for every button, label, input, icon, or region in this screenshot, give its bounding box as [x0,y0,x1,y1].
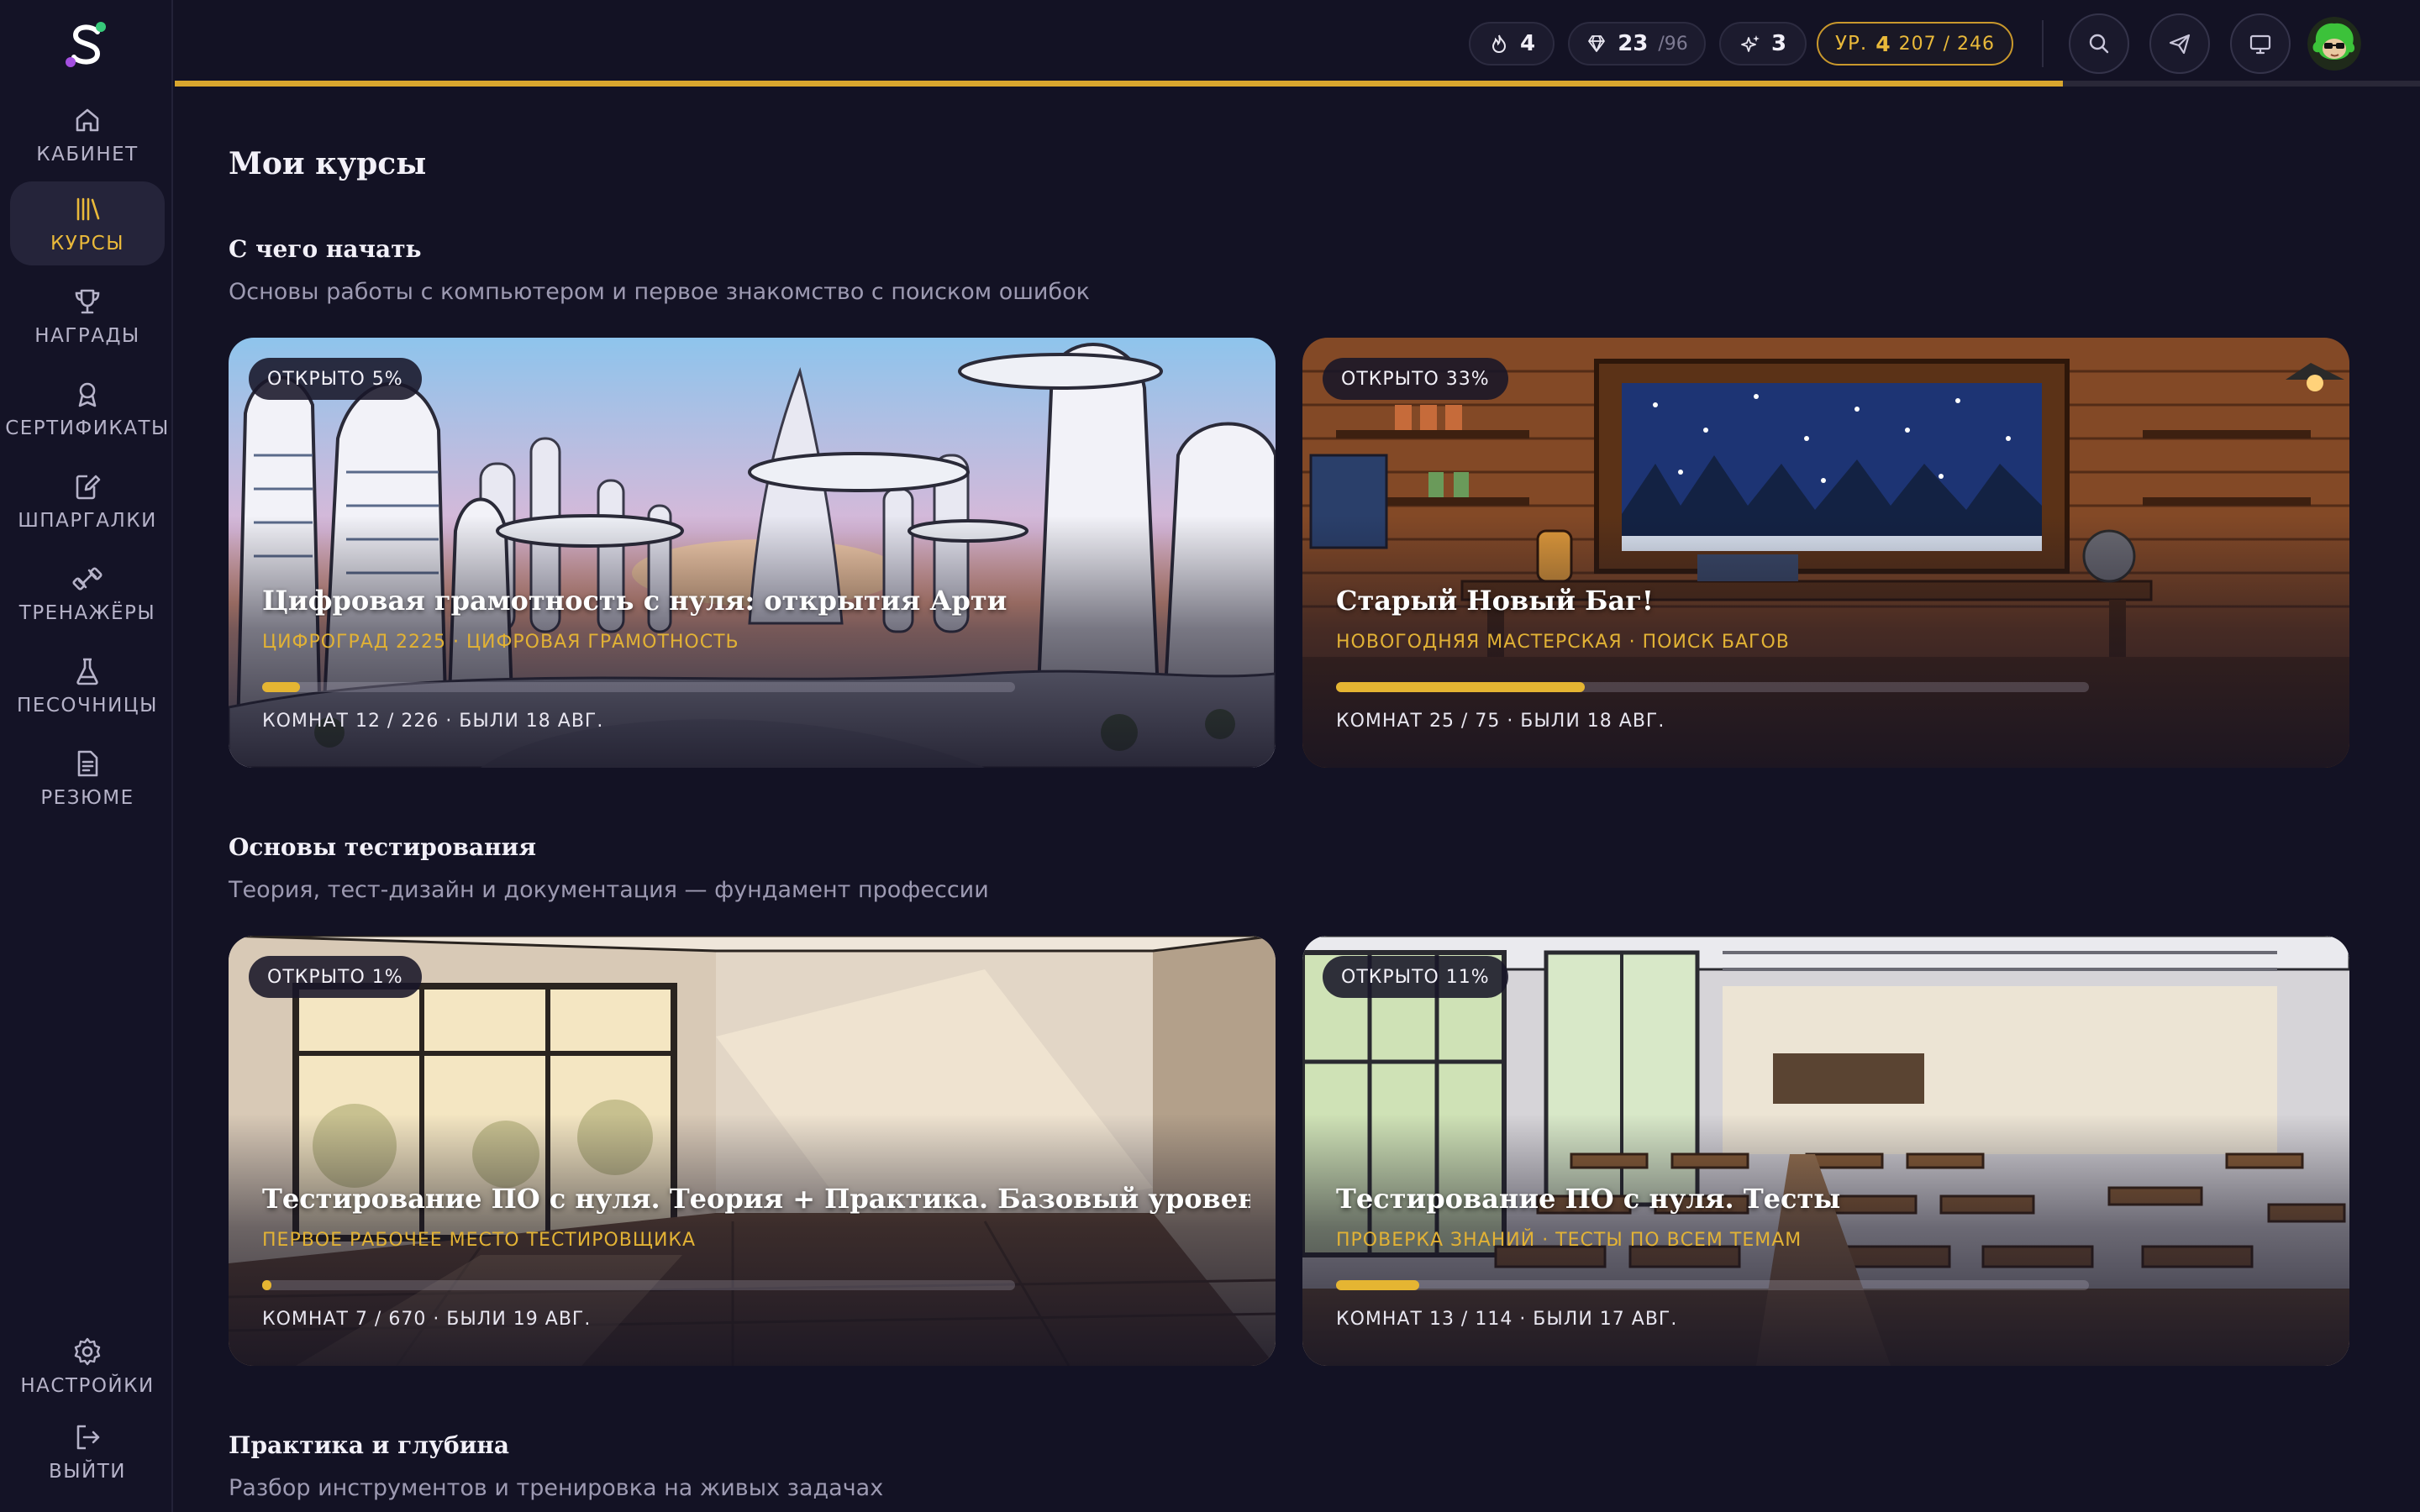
section-title: Основы тестирования [229,833,537,861]
certificate-icon [78,382,97,407]
topbar-divider [2042,20,2044,67]
course-progress-track [1336,1280,2089,1290]
app-logo[interactable] [59,18,114,71]
progress-badge: ОТКРЫТО 1% [249,956,422,998]
monitor-icon [2249,34,2271,55]
sidebar-item-label: КАБИНЕТ [36,144,139,165]
sidebar-item-resume[interactable]: РЕЗЮМЕ [10,736,165,820]
sidebar-item-label: КУРСЫ [50,233,125,255]
level-progress-fill [175,81,2064,87]
sidebar-item-label: ПЕСОЧНИЦЫ [17,695,158,717]
section-title: Практика и глубина [229,1431,510,1459]
notes-icon [76,475,101,500]
course-card[interactable]: ОТКРЫТО 5% Цифровая грамотность с нуля: … [229,338,1276,768]
streak-count: 4 [1519,31,1536,56]
course-progress-track [262,1280,1015,1290]
sidebar-item-certificates[interactable]: СЕРТИФИКАТЫ [5,366,168,450]
trophy-icon [75,289,100,314]
search-button[interactable] [2069,13,2129,74]
page-title: Мои курсы [229,146,427,181]
send-icon [2169,34,2191,55]
course-progress-fill [262,1280,271,1290]
course-progress-fill [1336,682,1585,692]
course-progress-fill [262,682,300,692]
course-progress-fill [1336,1280,1419,1290]
dumbbell-icon [72,567,103,591]
sidebar-item-label: ТРЕНАЖЁРЫ [18,602,156,624]
sparkle-icon [1741,35,1760,52]
boosts-counter[interactable]: 3 [1719,22,1807,66]
sidebar-item-awards[interactable]: НАГРАДЫ [10,274,165,358]
flask-icon [76,658,98,685]
progress-badge: ОТКРЫТО 11% [1323,956,1508,998]
section-title: С чего начать [229,235,422,263]
books-icon [76,197,100,221]
boosts-count: 3 [1770,31,1787,56]
sidebar-item-label: ШПАРГАЛКИ [18,510,157,532]
section-subtitle: Теория, тест-дизайн и документация — фун… [229,877,989,903]
level-prefix: УР. [1835,33,1868,55]
sidebar-item-settings[interactable]: НАСТРОЙКИ [10,1324,165,1408]
diamond-icon [1588,35,1606,52]
course-subtitle: ПЕРВОЕ РАБОЧЕЕ МЕСТО ТЕСТИРОВЩИКА [262,1230,697,1251]
search-icon [2089,34,2109,54]
level-badge[interactable]: УР. 4 207 / 246 [1817,22,2013,66]
progress-badge: ОТКРЫТО 33% [1323,358,1508,400]
logout-icon [76,1425,100,1450]
gems-counter[interactable]: 23 /96 [1568,22,1706,66]
sidebar-item-label: ВЫЙТИ [48,1461,127,1483]
gems-count: 23 [1618,31,1649,56]
avatar[interactable] [2307,17,2361,71]
logo-icon [66,22,106,67]
app-root: КАБИНЕТ КУРСЫ НАГРАДЫ СЕРТИФИКАТЫ ШПАРГА… [0,0,2420,1512]
flame-icon [1491,34,1506,54]
section-subtitle: Разбор инструментов и тренировка на живы… [229,1475,884,1501]
course-progress-track [262,682,1015,692]
course-title: Цифровая грамотность с нуля: открытия Ар… [262,585,1007,617]
level-progress-track [175,81,2420,87]
sidebar-item-label: РЕЗЮМЕ [40,787,134,809]
sidebar-item-trainers[interactable]: ТРЕНАЖЁРЫ [10,551,165,635]
sidebar-item-logout[interactable]: ВЫЙТИ [10,1410,165,1494]
course-meta: КОМНАТ 13 / 114 · БЫЛИ 17 АВГ. [1336,1309,1678,1330]
sidebar-item-label: СЕРТИФИКАТЫ [5,417,170,439]
sidebar-item-label: НАГРАДЫ [34,325,140,347]
sidebar-item-cabinet[interactable]: КАБИНЕТ [10,92,165,176]
telegram-button[interactable] [2149,13,2210,74]
gems-total: /96 [1658,33,1688,55]
course-subtitle: ПРОВЕРКА ЗНАНИЙ · ТЕСТЫ ПО ВСЕМ ТЕМАМ [1336,1230,1802,1251]
level-xp: 207 / 246 [1898,33,1995,55]
streak-counter[interactable]: 4 [1469,22,1555,66]
section-subtitle: Основы работы с компьютером и первое зна… [229,279,1090,305]
sidebar-item-label: НАСТРОЙКИ [20,1375,155,1397]
home-icon [76,108,99,132]
level-number: 4 [1876,31,1891,56]
course-subtitle: ЦИФРОГРАД 2225 · ЦИФРОВАЯ ГРАМОТНОСТЬ [262,632,739,653]
course-card[interactable]: ОТКРЫТО 11% Тестирование ПО с нуля. Тест… [1302,936,2349,1366]
display-button[interactable] [2230,13,2291,74]
sidebar-item-cheatsheets[interactable]: ШПАРГАЛКИ [10,459,165,543]
document-icon [77,750,98,777]
course-subtitle: НОВОГОДНЯЯ МАСТЕРСКАЯ · ПОИСК БАГОВ [1336,632,1790,653]
course-card[interactable]: ОТКРЫТО 33% Старый Новый Баг! НОВОГОДНЯЯ… [1302,338,2349,768]
course-title: Тестирование ПО с нуля. Теория + Практик… [262,1183,1250,1215]
sidebar: КАБИНЕТ КУРСЫ НАГРАДЫ СЕРТИФИКАТЫ ШПАРГА… [0,0,173,1512]
sidebar-item-courses[interactable]: КУРСЫ [10,181,165,265]
course-progress-track [1336,682,2089,692]
course-meta: КОМНАТ 7 / 670 · БЫЛИ 19 АВГ. [262,1309,592,1330]
course-title: Тестирование ПО с нуля. Тесты [1336,1183,1841,1215]
course-meta: КОМНАТ 12 / 226 · БЫЛИ 18 АВГ. [262,711,604,732]
sidebar-item-sandboxes[interactable]: ПЕСОЧНИЦЫ [10,643,165,727]
course-meta: КОМНАТ 25 / 75 · БЫЛИ 18 АВГ. [1336,711,1665,732]
course-card[interactable]: ОТКРЫТО 1% Тестирование ПО с нуля. Теори… [229,936,1276,1366]
progress-badge: ОТКРЫТО 5% [249,358,422,400]
course-title: Старый Новый Баг! [1336,585,1654,617]
avatar-icon [2307,17,2361,71]
gear-icon [74,1337,101,1366]
